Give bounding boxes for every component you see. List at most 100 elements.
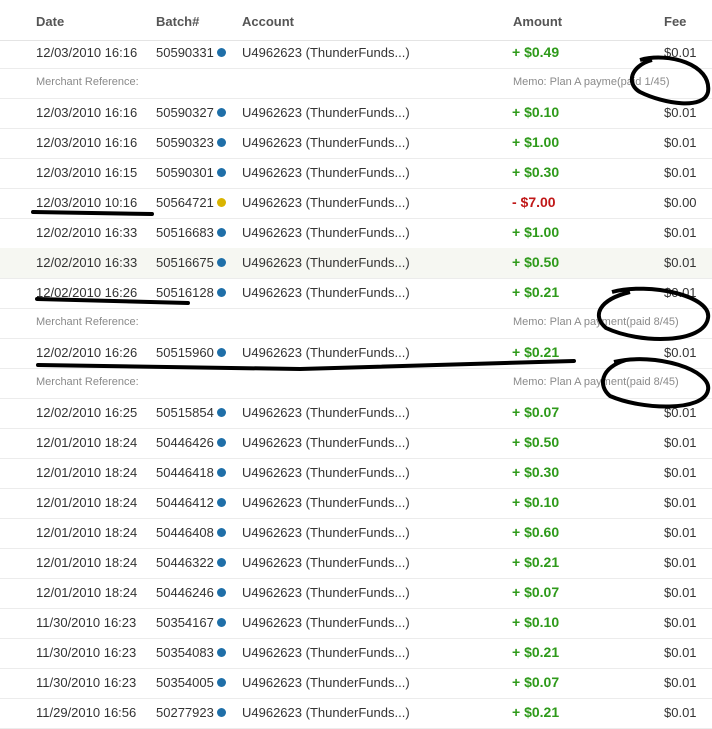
batch-number[interactable]: 50446418 xyxy=(156,465,214,480)
memo-prefix: Memo: Plan A pa xyxy=(513,316,597,328)
table-row[interactable]: 12/01/2010 18:24 50446246 U4962623 (Thunde… xyxy=(0,578,712,609)
fee: $0.01 xyxy=(664,465,697,480)
batch-number[interactable]: 50446426 xyxy=(156,435,214,450)
batch-number[interactable]: 50446408 xyxy=(156,525,214,540)
fee: $0.01 xyxy=(664,225,697,240)
table-row[interactable]: 12/01/2010 18:24 50446418 U4962623 (Thunde… xyxy=(0,458,712,489)
header-date[interactable]: Date xyxy=(36,14,64,29)
batch-number[interactable]: 50590327 xyxy=(156,105,214,120)
batch-number[interactable]: 50515960 xyxy=(156,345,214,360)
memo-paid-count: (paid 1/45) xyxy=(616,76,670,88)
table-row[interactable]: 11/29/2010 16:56 50277923 U4962623 (Thunde… xyxy=(0,698,712,729)
batch-number[interactable]: 50516128 xyxy=(156,285,214,300)
account-link[interactable]: U4962623 (ThunderFunds...) xyxy=(242,585,410,600)
amount: + $0.07 xyxy=(512,584,560,600)
batch-number[interactable]: 50446412 xyxy=(156,495,214,510)
account-link[interactable]: U4962623 (ThunderFunds...) xyxy=(242,45,410,60)
batch-number[interactable]: 50446246 xyxy=(156,585,214,600)
table-row[interactable]: 12/02/2010 16:33 50516675 U4962623 (Thunde… xyxy=(0,248,712,279)
batch-number[interactable]: 50277923 xyxy=(156,705,214,720)
table-row[interactable]: 12/01/2010 18:24 50446426 U4962623 (Thunde… xyxy=(0,428,712,459)
blue-dot-icon xyxy=(217,498,226,507)
merchant-reference-row: Merchant Reference: Memo: Plan A payment(… xyxy=(0,308,712,339)
account-link[interactable]: U4962623 (ThunderFunds...) xyxy=(242,165,410,180)
table-row[interactable]: 11/30/2010 16:23 50354005 U4962623 (Thunde… xyxy=(0,668,712,699)
batch-number[interactable]: 50515854 xyxy=(156,405,214,420)
account-link[interactable]: U4962623 (ThunderFunds...) xyxy=(242,555,410,570)
memo-text: Memo: Plan A payment(paid 8/45) xyxy=(513,316,679,328)
account-link[interactable]: U4962623 (ThunderFunds...) xyxy=(242,345,410,360)
transaction-date: 12/03/2010 16:16 xyxy=(36,135,138,150)
merchant-reference-row: Merchant Reference: Memo: Plan A payme(pa… xyxy=(0,68,712,99)
account-link[interactable]: U4962623 (ThunderFunds...) xyxy=(242,705,410,720)
transaction-date: 12/01/2010 18:24 xyxy=(36,495,138,510)
fee: $0.01 xyxy=(664,405,697,420)
account-link[interactable]: U4962623 (ThunderFunds...) xyxy=(242,285,410,300)
transaction-date: 12/02/2010 16:33 xyxy=(36,225,138,240)
amount: + $0.21 xyxy=(512,554,560,570)
amount: + $0.21 xyxy=(512,284,560,300)
batch-number[interactable]: 50516683 xyxy=(156,225,214,240)
batch-number[interactable]: 50516675 xyxy=(156,255,214,270)
batch-number[interactable]: 50446322 xyxy=(156,555,214,570)
table-row[interactable]: 11/30/2010 16:23 50354167 U4962623 (Thunde… xyxy=(0,608,712,639)
batch-number[interactable]: 50590301 xyxy=(156,165,214,180)
transaction-date: 12/01/2010 18:24 xyxy=(36,465,138,480)
batch-number[interactable]: 50354005 xyxy=(156,675,214,690)
account-link[interactable]: U4962623 (ThunderFunds...) xyxy=(242,465,410,480)
fee: $0.01 xyxy=(664,675,697,690)
account-link[interactable]: U4962623 (ThunderFunds...) xyxy=(242,525,410,540)
table-row[interactable]: 12/01/2010 18:24 50446412 U4962623 (Thunde… xyxy=(0,488,712,519)
table-row[interactable]: 12/02/2010 16:25 50515854 U4962623 (Thunde… xyxy=(0,398,712,429)
amount: + $0.50 xyxy=(512,254,560,270)
yellow-dot-icon xyxy=(217,198,226,207)
amount: + $0.30 xyxy=(512,164,560,180)
table-row[interactable]: 12/02/2010 16:26 50516128 U4962623 (Thunde… xyxy=(0,278,712,309)
account-link[interactable]: U4962623 (ThunderFunds...) xyxy=(242,225,410,240)
table-row[interactable]: 12/02/2010 16:33 50516683 U4962623 (Thunde… xyxy=(0,218,712,249)
account-link[interactable]: U4962623 (ThunderFunds...) xyxy=(242,195,410,210)
header-account[interactable]: Account xyxy=(242,14,294,29)
fee: $0.01 xyxy=(664,165,697,180)
batch-number[interactable]: 50590331 xyxy=(156,45,214,60)
account-link[interactable]: U4962623 (ThunderFunds...) xyxy=(242,135,410,150)
merchant-reference-row: Merchant Reference: Memo: Plan A payment(… xyxy=(0,368,712,399)
header-fee[interactable]: Fee xyxy=(664,14,686,29)
table-row[interactable]: 12/03/2010 10:16 50564721 U4962623 (Thunde… xyxy=(0,188,712,219)
blue-dot-icon xyxy=(217,228,226,237)
table-row[interactable]: 11/30/2010 16:23 50354083 U4962623 (Thunde… xyxy=(0,638,712,669)
amount: + $0.21 xyxy=(512,704,560,720)
blue-dot-icon xyxy=(217,588,226,597)
account-link[interactable]: U4962623 (ThunderFunds...) xyxy=(242,435,410,450)
table-row[interactable]: 12/03/2010 16:15 50590301 U4962623 (Thunde… xyxy=(0,158,712,189)
header-amount[interactable]: Amount xyxy=(513,14,562,29)
amount: + $0.07 xyxy=(512,404,560,420)
batch-number[interactable]: 50564721 xyxy=(156,195,214,210)
table-row[interactable]: 12/03/2010 16:16 50590323 U4962623 (Thunde… xyxy=(0,128,712,159)
account-link[interactable]: U4962623 (ThunderFunds...) xyxy=(242,495,410,510)
transaction-date: 12/01/2010 18:24 xyxy=(36,555,138,570)
amount: + $0.10 xyxy=(512,104,560,120)
table-row[interactable]: 12/01/2010 18:24 50446322 U4962623 (Thunde… xyxy=(0,548,712,579)
transaction-date: 11/30/2010 16:23 xyxy=(36,645,137,660)
batch-number[interactable]: 50354167 xyxy=(156,615,214,630)
table-row[interactable]: 12/03/2010 16:16 50590331 U4962623 (Thunde… xyxy=(0,38,712,69)
table-row[interactable]: 12/02/2010 16:26 50515960 U4962623 (Thunde… xyxy=(0,338,712,369)
account-link[interactable]: U4962623 (ThunderFunds...) xyxy=(242,105,410,120)
table-row[interactable]: 12/03/2010 16:16 50590327 U4962623 (Thunde… xyxy=(0,98,712,129)
transaction-date: 11/29/2010 16:56 xyxy=(36,705,137,720)
transaction-date: 12/03/2010 16:15 xyxy=(36,165,138,180)
table-row[interactable]: 12/01/2010 18:24 50446408 U4962623 (Thunde… xyxy=(0,518,712,549)
account-link[interactable]: U4962623 (ThunderFunds...) xyxy=(242,675,410,690)
fee: $0.01 xyxy=(664,435,697,450)
account-link[interactable]: U4962623 (ThunderFunds...) xyxy=(242,615,410,630)
amount: + $0.60 xyxy=(512,524,560,540)
batch-number[interactable]: 50354083 xyxy=(156,645,214,660)
blue-dot-icon xyxy=(217,48,226,57)
account-link[interactable]: U4962623 (ThunderFunds...) xyxy=(242,645,410,660)
transaction-date: 12/01/2010 18:24 xyxy=(36,585,138,600)
header-batch[interactable]: Batch# xyxy=(156,14,199,29)
account-link[interactable]: U4962623 (ThunderFunds...) xyxy=(242,255,410,270)
batch-number[interactable]: 50590323 xyxy=(156,135,214,150)
account-link[interactable]: U4962623 (ThunderFunds...) xyxy=(242,405,410,420)
